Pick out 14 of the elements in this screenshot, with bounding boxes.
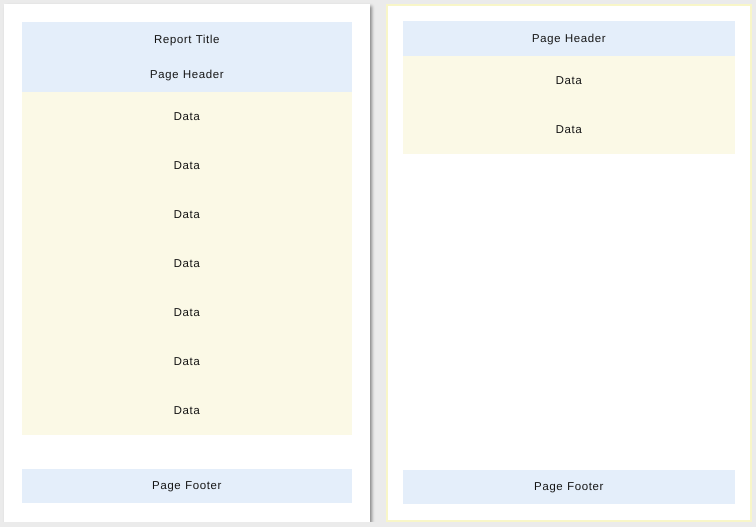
data-label: Data	[554, 74, 584, 88]
data-label: Data	[172, 404, 202, 418]
page-footer: Page Footer	[403, 470, 735, 504]
data-label: Data	[172, 256, 202, 272]
page-footer: Page Footer	[22, 469, 352, 503]
header-label: Page Header	[530, 32, 608, 46]
data-label: Data	[172, 306, 202, 320]
report-title: Report Title	[152, 32, 221, 48]
data-label: Data	[172, 158, 202, 174]
data-label: Data	[554, 122, 584, 138]
data-label: Data	[172, 354, 202, 370]
data-label: Data	[172, 110, 202, 124]
header-label: Page Header	[148, 68, 226, 82]
data-label: Data	[172, 208, 202, 222]
